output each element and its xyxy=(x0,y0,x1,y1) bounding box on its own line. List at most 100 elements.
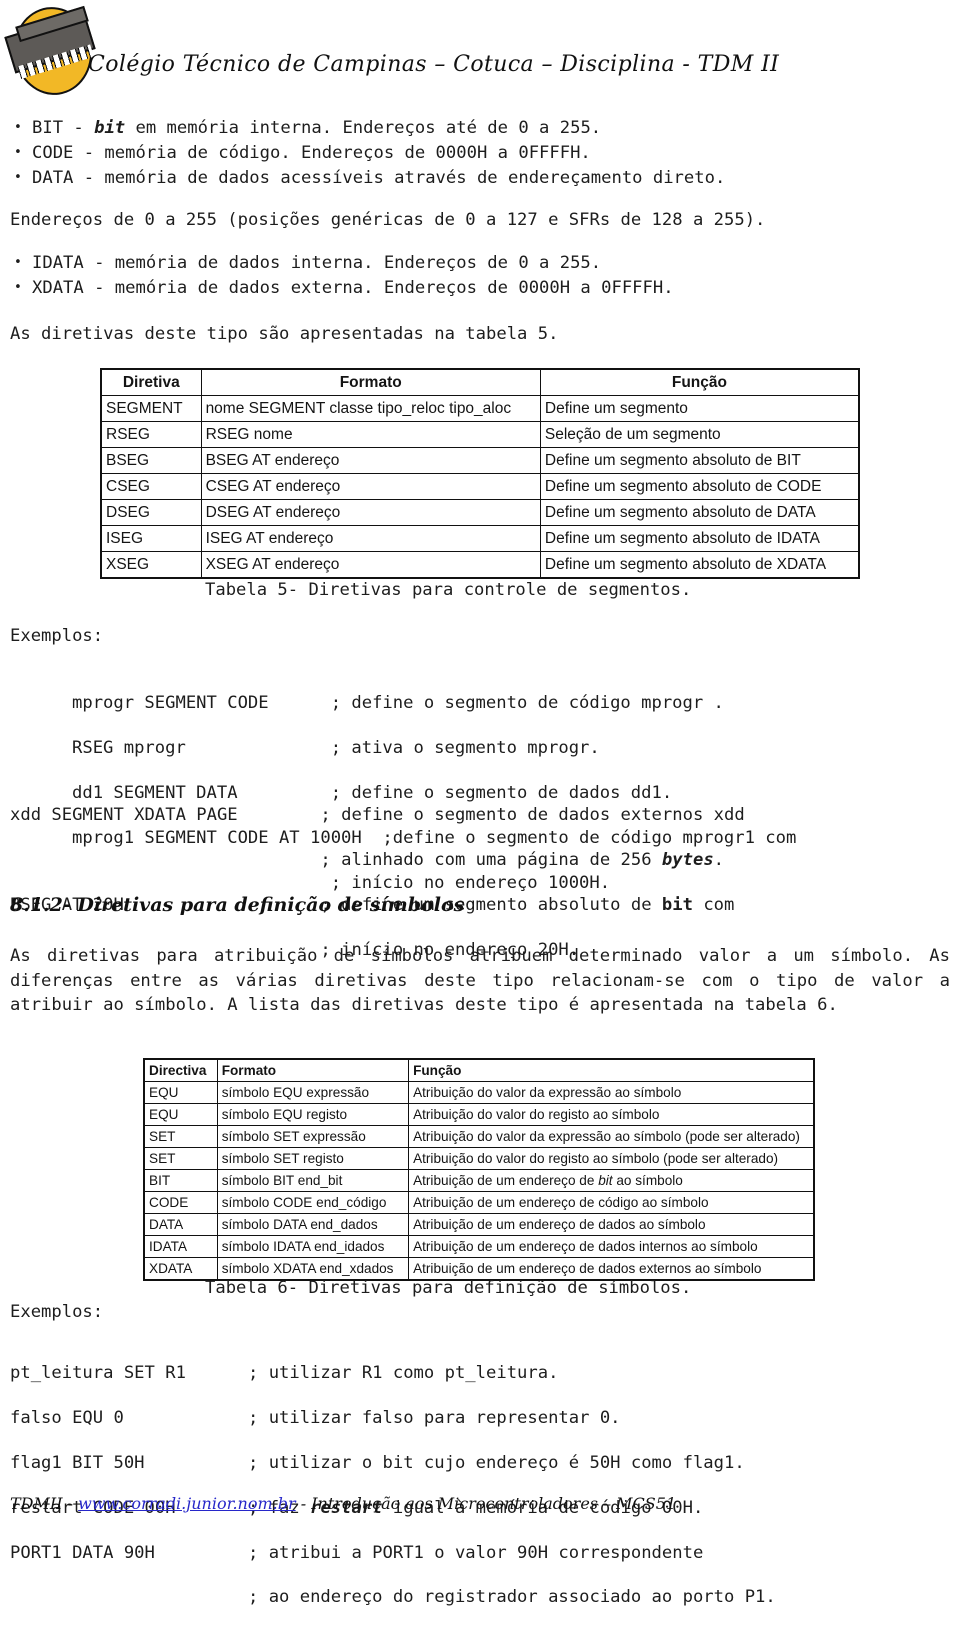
cell-directive: CODE xyxy=(143,1191,218,1214)
list-item: DATA - memória de dados acessíveis atrav… xyxy=(10,165,726,191)
cell-format: nome SEGMENT classe tipo_reloc tipo_aloc xyxy=(200,395,541,422)
column-header-format: Formato xyxy=(216,1058,410,1082)
cell-directive: SET xyxy=(143,1147,218,1170)
table-row: SET símbolo SET expressão Atribuição do … xyxy=(143,1125,815,1148)
cell-function: Atribuição de um endereço de dados exter… xyxy=(408,1257,815,1281)
table-row: ISEG ISEG AT endereço Define um segmento… xyxy=(100,525,860,552)
cell-function: Define um segmento absoluto de DATA xyxy=(539,499,860,526)
cell-format: símbolo EQU registo xyxy=(216,1103,410,1126)
cell-directive: IDATA xyxy=(143,1235,218,1258)
cell-directive: ISEG xyxy=(100,525,202,552)
table-segment-directives: Diretiva Formato Função SEGMENT nome SEG… xyxy=(100,368,860,579)
cell-directive: BSEG xyxy=(100,447,202,474)
table-row: SET símbolo SET registo Atribuição do va… xyxy=(143,1147,815,1170)
code-emphasis-bit: bit xyxy=(661,895,693,916)
memory-types-list-top: BIT - bit em memória interna. Endereços … xyxy=(10,115,726,191)
section-heading-8-1-2: 8.1.2- Diretivas para definição de símbo… xyxy=(10,894,465,916)
cell-function: Define um segmento xyxy=(539,395,860,422)
cell-function: Define um segmento absoluto de IDATA xyxy=(539,525,860,552)
memory-types-list-mid: IDATA - memória de dados interna. Endere… xyxy=(10,250,674,301)
cell-emphasis-bit: bit xyxy=(598,1172,613,1188)
table-row: EQU símbolo EQU registo Atribuição do va… xyxy=(143,1103,815,1126)
table-row: SEGMENT nome SEGMENT classe tipo_reloc t… xyxy=(100,395,860,422)
list-item: CODE - memória de código. Endereços de 0… xyxy=(10,140,725,166)
examples-label-2: Exemplos: xyxy=(10,1302,104,1322)
cell-function: Atribuição de um endereço de dados ao sí… xyxy=(408,1213,815,1236)
code-example-symbols: pt_leitura SET R1 ; utilizar R1 como pt_… xyxy=(10,1340,776,1631)
cell-function: Seleção de um segmento xyxy=(539,421,860,448)
cell-function: Define um segmento absoluto de XDATA xyxy=(539,551,860,579)
cell-format: símbolo CODE end_código xyxy=(216,1191,410,1214)
page-title: Colégio Técnico de Campinas – Cotuca – D… xyxy=(88,52,780,77)
table-symbol-directives: Directiva Formato Função EQU símbolo EQU… xyxy=(143,1058,815,1281)
cell-function: Atribuição do valor da expressão ao símb… xyxy=(408,1081,815,1104)
cell-function: Define um segmento absoluto de BIT xyxy=(539,447,860,474)
cell-directive: DATA xyxy=(143,1213,218,1236)
table-row: CODE símbolo CODE end_código Atribuição … xyxy=(143,1191,815,1214)
cell-format: símbolo XDATA end_xdados xyxy=(216,1257,410,1281)
cotuca-chip-logo-icon xyxy=(4,2,98,100)
code-line: ; alinhado com uma página de 256 bytes. xyxy=(10,849,745,871)
cell-function: Atribuição do valor do registo ao símbol… xyxy=(408,1147,815,1170)
code-line-post: . xyxy=(713,850,725,871)
code-line: ; ao endereço do registrador associado a… xyxy=(10,1587,776,1608)
bullet-text-pre: CODE - memória de código. Endereços de 0… xyxy=(32,143,591,163)
bullet-text-pre: DATA - memória de dados acessíveis atrav… xyxy=(32,168,726,188)
code-line: PORT1 DATA 90H ; atribui a PORT1 o valor… xyxy=(10,1542,704,1563)
cell-format: símbolo DATA end_dados xyxy=(216,1213,410,1236)
table-row: BIT símbolo BIT end_bit Atribuição de um… xyxy=(143,1169,815,1192)
paragraph-table5-intro: As diretivas deste tipo são apresentadas… xyxy=(10,324,559,344)
code-line: falso EQU 0 ; utilizar falso para repres… xyxy=(10,1408,621,1429)
table5-caption: Tabela 5- Diretivas para controle de seg… xyxy=(205,580,692,600)
paragraph-addresses: Endereços de 0 a 255 (posições genéricas… xyxy=(10,210,766,230)
cell-format: símbolo SET expressão xyxy=(216,1125,410,1148)
footer-prefix: TDMII - xyxy=(10,1494,79,1513)
cell-function: Atribuição de um endereço de código ao s… xyxy=(408,1191,815,1214)
column-header-format: Formato xyxy=(200,368,541,396)
cell-format: símbolo SET registo xyxy=(216,1147,410,1170)
code-line: flag1 BIT 50H ; utilizar o bit cujo ende… xyxy=(10,1453,745,1474)
cell-directive: EQU xyxy=(143,1081,218,1104)
table-row: RSEG RSEG nome Seleção de um segmento xyxy=(100,421,860,448)
bullet-text-pre: XDATA - memória de dados externa. Endere… xyxy=(32,278,674,298)
cell-format: RSEG nome xyxy=(200,421,541,448)
footer-suffix: - Introdução aos Microcontroladores – MC… xyxy=(295,1494,677,1513)
bullet-text-pre: IDATA - memória de dados interna. Endere… xyxy=(32,253,602,273)
cell-format: DSEG AT endereço xyxy=(200,499,541,526)
table-row: DSEG DSEG AT endereço Define um segmento… xyxy=(100,499,860,526)
cell-format: ISEG AT endereço xyxy=(200,525,541,552)
table-row: DATA símbolo DATA end_dados Atribuição d… xyxy=(143,1213,815,1236)
cell-format: XSEG AT endereço xyxy=(200,551,541,579)
cell-directive: SET xyxy=(143,1125,218,1148)
footer-website-link[interactable]: www.corradi.junior.nom.br xyxy=(78,1494,296,1513)
list-item: BIT - bit em memória interna. Endereços … xyxy=(10,115,725,141)
code-line: RSEG mprogr ; ativa o segmento mprogr. xyxy=(72,738,600,759)
examples-label-1: Exemplos: xyxy=(10,626,104,646)
column-header-directive: Diretiva xyxy=(100,368,202,396)
table-row: BSEG BSEG AT endereço Define um segmento… xyxy=(100,447,860,474)
paragraph-symbol-directives: As diretivas para atribuição de símbolos… xyxy=(10,946,950,1015)
cell-function: Define um segmento absoluto de CODE xyxy=(539,473,860,500)
code-line: pt_leitura SET R1 ; utilizar R1 como pt_… xyxy=(10,1363,559,1384)
code-line-pre: ; alinhado com uma página de 256 xyxy=(10,850,662,871)
table-row: EQU símbolo EQU expressão Atribuição do … xyxy=(143,1081,815,1104)
column-header-directive: Directiva xyxy=(143,1058,218,1082)
cell-format: símbolo BIT end_bit xyxy=(216,1169,410,1192)
table-header-row: Directiva Formato Função xyxy=(143,1058,815,1082)
cell-directive: DSEG xyxy=(100,499,202,526)
table-header-row: Diretiva Formato Função xyxy=(100,368,860,396)
cell-directive: XDATA xyxy=(143,1257,218,1281)
cell-directive: BIT xyxy=(143,1169,218,1192)
cell-format: símbolo IDATA end_idados xyxy=(216,1235,410,1258)
table-row: XDATA símbolo XDATA end_xdados Atribuiçã… xyxy=(143,1257,815,1281)
bullet-text-emphasis: bit xyxy=(94,118,126,138)
cell-function: Atribuição de um endereço de dados inter… xyxy=(408,1235,815,1258)
bullet-text-post: em memória interna. Endereços até de 0 a… xyxy=(125,118,602,138)
bullet-text-pre: BIT - xyxy=(32,118,95,138)
list-item: IDATA - memória de dados interna. Endere… xyxy=(10,250,674,276)
page-footer: TDMII - www.corradi.junior.nom.br - Intr… xyxy=(10,1494,676,1513)
code-line: mprogr SEGMENT CODE ; define o segmento … xyxy=(72,693,724,714)
page-header: Colégio Técnico de Campinas – Cotuca – D… xyxy=(0,0,960,104)
cell-format: símbolo EQU expressão xyxy=(216,1081,410,1104)
code-line: xdd SEGMENT XDATA PAGE ; define o segmen… xyxy=(10,805,745,826)
